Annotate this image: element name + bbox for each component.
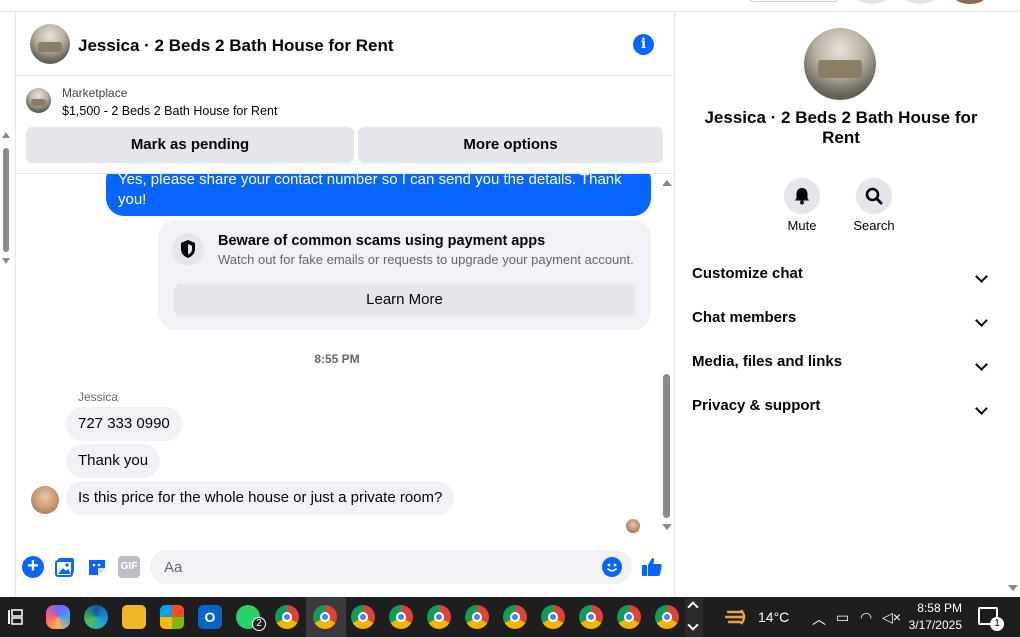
- microsoft-store-icon[interactable]: [160, 605, 184, 629]
- search-icon: [865, 187, 883, 205]
- outlook-icon[interactable]: O: [198, 605, 222, 629]
- chrome-icon[interactable]: [313, 605, 337, 629]
- privacy-support-section[interactable]: Privacy & support: [692, 397, 992, 427]
- info-icon[interactable]: i: [633, 34, 654, 55]
- chevron-up-icon[interactable]: [687, 601, 699, 613]
- scroll-thumb[interactable]: [663, 374, 670, 518]
- emoji-icon[interactable]: [602, 557, 622, 577]
- chrome-icon[interactable]: [541, 605, 565, 629]
- marketplace-banner: Marketplace $1,500 - 2 Beds 2 Bath House…: [16, 76, 674, 174]
- photo-icon[interactable]: [54, 556, 76, 578]
- chrome-icon[interactable]: [275, 605, 299, 629]
- scam-warning-title: Beware of common scams using payment app…: [218, 233, 546, 249]
- weather-icon[interactable]: [724, 606, 749, 628]
- chat-header: Jessica · 2 Beds 2 Bath House for Rent i: [16, 12, 674, 76]
- chevron-down-icon[interactable]: [687, 619, 699, 631]
- clock-time[interactable]: 8:58 PM: [910, 601, 962, 615]
- scroll-down-arrow-icon[interactable]: [1008, 585, 1018, 591]
- taskbar-overflow-scroller[interactable]: [685, 597, 703, 637]
- scroll-thumb[interactable]: [3, 148, 9, 252]
- section-label: Privacy & support: [692, 397, 821, 414]
- customize-chat-section[interactable]: Customize chat: [692, 265, 992, 295]
- chat-members-section[interactable]: Chat members: [692, 309, 992, 339]
- chrome-icon[interactable]: [427, 605, 451, 629]
- listing-thumbnail[interactable]: [26, 88, 51, 113]
- chrome-icon[interactable]: [503, 605, 527, 629]
- chrome-icon[interactable]: [617, 605, 641, 629]
- read-receipt-avatar: [626, 519, 640, 533]
- sender-avatar[interactable]: [31, 486, 59, 514]
- scroll-up-arrow-icon[interactable]: [662, 180, 672, 186]
- section-label: Customize chat: [692, 265, 803, 282]
- temperature-label[interactable]: 14°C: [758, 609, 789, 625]
- message-scrollbar[interactable]: [660, 174, 674, 542]
- bell-icon: [795, 188, 809, 205]
- top-nav-button[interactable]: [748, 0, 840, 2]
- message-composer: + GIF: [16, 542, 674, 597]
- chevron-down-icon: [975, 314, 988, 327]
- contact-avatar[interactable]: [30, 24, 70, 64]
- media-files-links-section[interactable]: Media, files and links: [692, 353, 992, 383]
- copilot-icon[interactable]: [46, 605, 70, 629]
- sender-name: Jessica: [78, 390, 119, 404]
- chevron-down-icon: [975, 358, 988, 371]
- chrome-icon[interactable]: [389, 605, 413, 629]
- whatsapp-badge: 2: [252, 617, 266, 631]
- section-label: Chat members: [692, 309, 797, 326]
- page-scrollbar[interactable]: [0, 130, 14, 270]
- chat-title[interactable]: Jessica · 2 Beds 2 Bath House for Rent: [78, 36, 394, 56]
- battery-icon[interactable]: ▭: [836, 609, 849, 626]
- marketplace-label: Marketplace: [62, 86, 128, 100]
- gif-icon[interactable]: GIF: [118, 556, 140, 578]
- search-label: Search: [853, 218, 895, 233]
- mute-label: Mute: [787, 218, 817, 233]
- scam-warning-body: Watch out for fake emails or requests to…: [218, 252, 634, 267]
- file-explorer-icon[interactable]: [122, 605, 146, 629]
- scam-warning-card: Beware of common scams using payment app…: [158, 220, 651, 330]
- incoming-message[interactable]: 727 333 0990: [66, 407, 182, 441]
- scroll-down-arrow-icon[interactable]: [2, 258, 10, 264]
- incoming-message[interactable]: Thank you: [66, 444, 161, 478]
- search-button[interactable]: [856, 178, 892, 214]
- message-input[interactable]: [150, 550, 632, 584]
- chrome-icon[interactable]: [465, 605, 489, 629]
- chevron-up-icon[interactable]: ︿: [812, 609, 826, 629]
- chrome-icon[interactable]: [351, 605, 375, 629]
- speaker-muted-icon[interactable]: ◁×: [882, 609, 901, 626]
- edge-icon[interactable]: [84, 605, 108, 629]
- learn-more-button[interactable]: Learn More: [174, 284, 635, 316]
- wifi-icon[interactable]: ◠: [860, 609, 872, 626]
- more-options-button[interactable]: More options: [358, 127, 663, 163]
- clock-date[interactable]: 3/17/2025: [900, 618, 962, 632]
- scroll-up-arrow-icon[interactable]: [2, 132, 10, 138]
- chrome-icon[interactable]: [579, 605, 603, 629]
- sticker-icon[interactable]: [86, 556, 108, 578]
- contact-avatar-large[interactable]: [804, 28, 876, 100]
- scroll-down-arrow-icon[interactable]: [662, 524, 672, 530]
- listing-title[interactable]: $1,500 - 2 Beds 2 Bath House for Rent: [62, 104, 277, 118]
- incoming-message[interactable]: Is this price for the whole house or jus…: [66, 481, 455, 515]
- notification-badge: 1: [990, 617, 1004, 631]
- task-view-icon[interactable]: [4, 607, 26, 627]
- info-panel-title: Jessica · 2 Beds 2 Bath House for Rent: [704, 108, 978, 147]
- thumbs-up-icon[interactable]: [640, 555, 664, 579]
- chat-info-panel: Jessica · 2 Beds 2 Bath House for Rent M…: [676, 12, 1018, 597]
- mute-button[interactable]: [784, 178, 820, 214]
- message-list: Yes, please share your contact number so…: [16, 174, 674, 542]
- chevron-down-icon: [975, 270, 988, 283]
- outgoing-message[interactable]: Yes, please share your contact number so…: [106, 174, 651, 216]
- windows-taskbar: O 2 14°C ︿ ▭ ◠ ◁× 8:58 PM 3/17/2025 1: [0, 597, 1020, 637]
- shield-icon: [172, 233, 204, 265]
- section-label: Media, files and links: [692, 353, 843, 370]
- mark-as-pending-button[interactable]: Mark as pending: [26, 127, 354, 163]
- chat-panel: Jessica · 2 Beds 2 Bath House for Rent i…: [15, 12, 675, 597]
- chevron-down-icon: [975, 402, 988, 415]
- chrome-icon[interactable]: [655, 605, 679, 629]
- plus-icon[interactable]: +: [22, 556, 44, 578]
- message-timestamp: 8:55 PM: [314, 352, 360, 366]
